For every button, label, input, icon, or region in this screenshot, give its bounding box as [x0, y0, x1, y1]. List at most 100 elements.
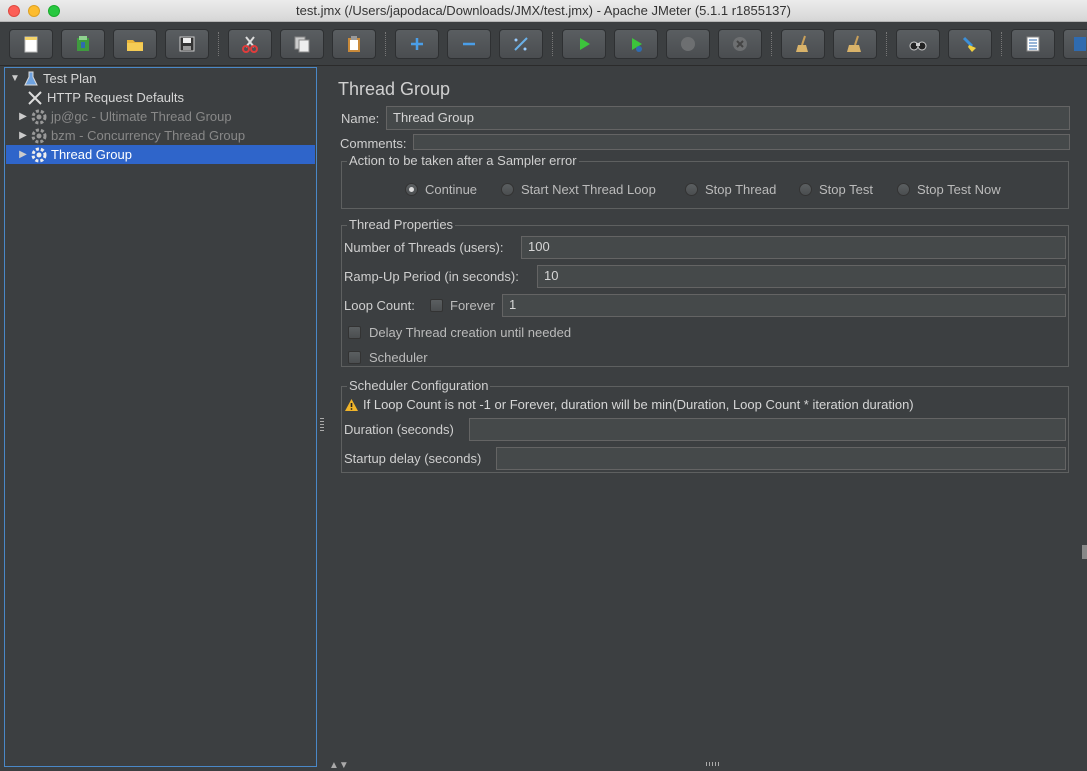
- copy-button[interactable]: [280, 29, 324, 59]
- rampup-label: Ramp-Up Period (in seconds):: [344, 269, 519, 284]
- function-helper-button[interactable]: [1011, 29, 1055, 59]
- start-no-pauses-button[interactable]: [614, 29, 658, 59]
- checkbox-icon[interactable]: [430, 299, 443, 312]
- startup-delay-field[interactable]: [496, 447, 1066, 470]
- templates-button[interactable]: [61, 29, 105, 59]
- tree-item-thread-group[interactable]: ▶ Thread Group: [6, 145, 315, 164]
- gear-icon: [29, 146, 49, 164]
- loop-count-label: Loop Count:: [344, 298, 415, 313]
- reset-search-button[interactable]: [948, 29, 992, 59]
- splitter-grip-icon[interactable]: [320, 418, 324, 432]
- scheduler-config-legend: Scheduler Configuration: [347, 378, 491, 393]
- test-plan-tree: ▼ Test Plan HTTP Request Defaults ▶ jp@g…: [4, 67, 317, 767]
- expand-toggle-icon[interactable]: ▶: [17, 149, 29, 160]
- thread-properties-group: Thread Properties Number of Threads (use…: [341, 217, 1069, 367]
- templates-icon: [77, 36, 89, 51]
- sampler-error-legend: Action to be taken after a Sampler error: [347, 153, 579, 168]
- play-no-pause-icon: [632, 38, 642, 52]
- radio-continue[interactable]: Continue: [405, 182, 477, 197]
- comments-field[interactable]: [413, 134, 1070, 150]
- paste-clipboard-icon: [348, 36, 360, 52]
- sampler-error-group: Action to be taken after a Sampler error…: [341, 153, 1069, 209]
- minimize-window-button[interactable]: [28, 5, 40, 17]
- scheduler-config-group: Scheduler Configuration If Loop Count is…: [341, 378, 1069, 473]
- radio-button-icon[interactable]: [685, 183, 698, 196]
- threads-label: Number of Threads (users):: [344, 240, 504, 255]
- stop-button[interactable]: [666, 29, 710, 59]
- forever-checkbox[interactable]: Forever: [430, 298, 495, 313]
- collapse-all-button[interactable]: [447, 29, 491, 59]
- toggle-button[interactable]: [499, 29, 543, 59]
- minus-icon: [463, 42, 475, 46]
- delay-thread-creation-checkbox[interactable]: Delay Thread creation until needed: [348, 325, 571, 340]
- maximize-window-button[interactable]: [48, 5, 60, 17]
- start-button[interactable]: [562, 29, 606, 59]
- eraser-broom-icon: [962, 36, 976, 52]
- broom-all-icon: [847, 35, 861, 52]
- duration-label: Duration (seconds): [344, 422, 454, 437]
- checkbox-icon[interactable]: [348, 351, 361, 364]
- cut-button[interactable]: [228, 29, 272, 59]
- search-button[interactable]: [896, 29, 940, 59]
- collapse-arrows-icon[interactable]: ▲▼: [329, 760, 349, 771]
- tree-item-ultimate-thread-group[interactable]: ▶ jp@gc - Ultimate Thread Group: [17, 107, 232, 126]
- bottom-splitter-grip-icon[interactable]: [706, 762, 720, 766]
- page-title: Thread Group: [338, 79, 451, 99]
- help-book-icon: [1074, 37, 1086, 51]
- new-document-icon: [24, 36, 38, 53]
- toolbar: [0, 22, 1087, 66]
- config-wrench-icon: [25, 89, 45, 107]
- help-button[interactable]: [1063, 29, 1087, 59]
- open-button[interactable]: [113, 29, 157, 59]
- save-button[interactable]: [165, 29, 209, 59]
- stop-icon: [681, 37, 695, 51]
- toggle-wand-icon: [514, 37, 528, 51]
- radio-start-next-thread-loop[interactable]: Start Next Thread Loop: [501, 182, 656, 197]
- thread-properties-legend: Thread Properties: [347, 217, 456, 232]
- loop-count-field[interactable]: 1: [502, 294, 1066, 317]
- expand-toggle-icon[interactable]: ▼: [9, 73, 21, 84]
- folder-open-icon: [127, 40, 143, 51]
- radio-button-icon[interactable]: [405, 183, 418, 196]
- gear-icon: [29, 127, 49, 145]
- shutdown-icon: [733, 37, 747, 51]
- broom-icon: [796, 35, 808, 52]
- name-field[interactable]: Thread Group: [386, 106, 1070, 130]
- clear-button[interactable]: [781, 29, 825, 59]
- new-button[interactable]: [9, 29, 53, 59]
- close-window-button[interactable]: [8, 5, 20, 17]
- title-bar: test.jmx (/Users/japodaca/Downloads/JMX/…: [0, 0, 1087, 22]
- duration-field[interactable]: [469, 418, 1066, 441]
- radio-stop-test-now[interactable]: Stop Test Now: [897, 182, 1001, 197]
- expand-toggle-icon[interactable]: ▶: [17, 111, 29, 122]
- scheduler-warning: If Loop Count is not -1 or Forever, dura…: [344, 397, 914, 412]
- rampup-field[interactable]: 10: [537, 265, 1066, 288]
- radio-button-icon[interactable]: [897, 183, 910, 196]
- paste-button[interactable]: [332, 29, 376, 59]
- thread-group-panel: Thread Group Name: Thread Group Comments…: [327, 67, 1085, 759]
- expand-toggle-icon[interactable]: ▶: [17, 130, 29, 141]
- tree-item-concurrency-thread-group[interactable]: ▶ bzm - Concurrency Thread Group: [17, 126, 245, 145]
- right-scroll-handle[interactable]: [1082, 545, 1087, 559]
- warning-icon: [345, 398, 358, 411]
- scheduler-checkbox[interactable]: Scheduler: [348, 350, 428, 365]
- comments-label: Comments:: [340, 136, 407, 151]
- play-icon: [580, 38, 590, 50]
- radio-stop-test[interactable]: Stop Test: [799, 182, 873, 197]
- panel-splitter[interactable]: [318, 67, 326, 767]
- checkbox-icon[interactable]: [348, 326, 361, 339]
- radio-button-icon[interactable]: [799, 183, 812, 196]
- radio-stop-thread[interactable]: Stop Thread: [685, 182, 776, 197]
- expand-all-button[interactable]: [395, 29, 439, 59]
- clear-all-button[interactable]: [833, 29, 877, 59]
- threads-field[interactable]: 100: [521, 236, 1066, 259]
- tree-item-test-plan[interactable]: ▼ Test Plan: [9, 69, 96, 88]
- name-label: Name:: [341, 111, 380, 126]
- shutdown-button[interactable]: [718, 29, 762, 59]
- save-disk-icon: [179, 36, 195, 52]
- radio-button-icon[interactable]: [501, 183, 514, 196]
- tree-item-http-request-defaults[interactable]: HTTP Request Defaults: [25, 88, 184, 107]
- list-icon: [1026, 36, 1040, 52]
- scissors-icon: [242, 36, 258, 53]
- window-title: test.jmx (/Users/japodaca/Downloads/JMX/…: [296, 3, 791, 18]
